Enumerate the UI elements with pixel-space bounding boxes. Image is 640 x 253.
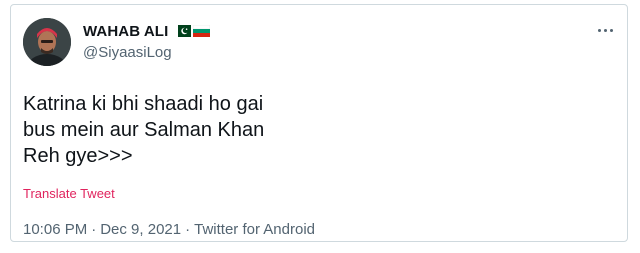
- author-flags: [174, 25, 211, 37]
- tweet-metadata: 10:06 PM · Dec 9, 2021 · Twitter for And…: [23, 221, 315, 238]
- tweet-source[interactable]: Twitter for Android: [194, 221, 315, 238]
- author-display-name[interactable]: WAHAB ALI: [83, 23, 168, 40]
- tweet-time[interactable]: 10:06 PM: [23, 221, 87, 238]
- avatar[interactable]: [23, 18, 71, 66]
- more-options-icon[interactable]: [593, 23, 617, 37]
- translate-tweet-link[interactable]: Translate Tweet: [23, 186, 115, 201]
- author-name-row[interactable]: WAHAB ALI: [83, 22, 211, 40]
- tweet-date[interactable]: Dec 9, 2021: [100, 221, 181, 238]
- author-handle[interactable]: @SiyaasiLog: [83, 44, 172, 61]
- bulgaria-flag-icon: [193, 25, 211, 37]
- tweet-text: Katrina ki bhi shaadi ho gai bus mein au…: [23, 93, 265, 167]
- pakistan-flag-icon: [174, 25, 192, 37]
- meta-separator: ·: [185, 221, 191, 238]
- meta-separator: ·: [91, 221, 97, 238]
- tweet-card: WAHAB ALI @SiyaasiLog Katrina ki bhi sha…: [10, 4, 628, 242]
